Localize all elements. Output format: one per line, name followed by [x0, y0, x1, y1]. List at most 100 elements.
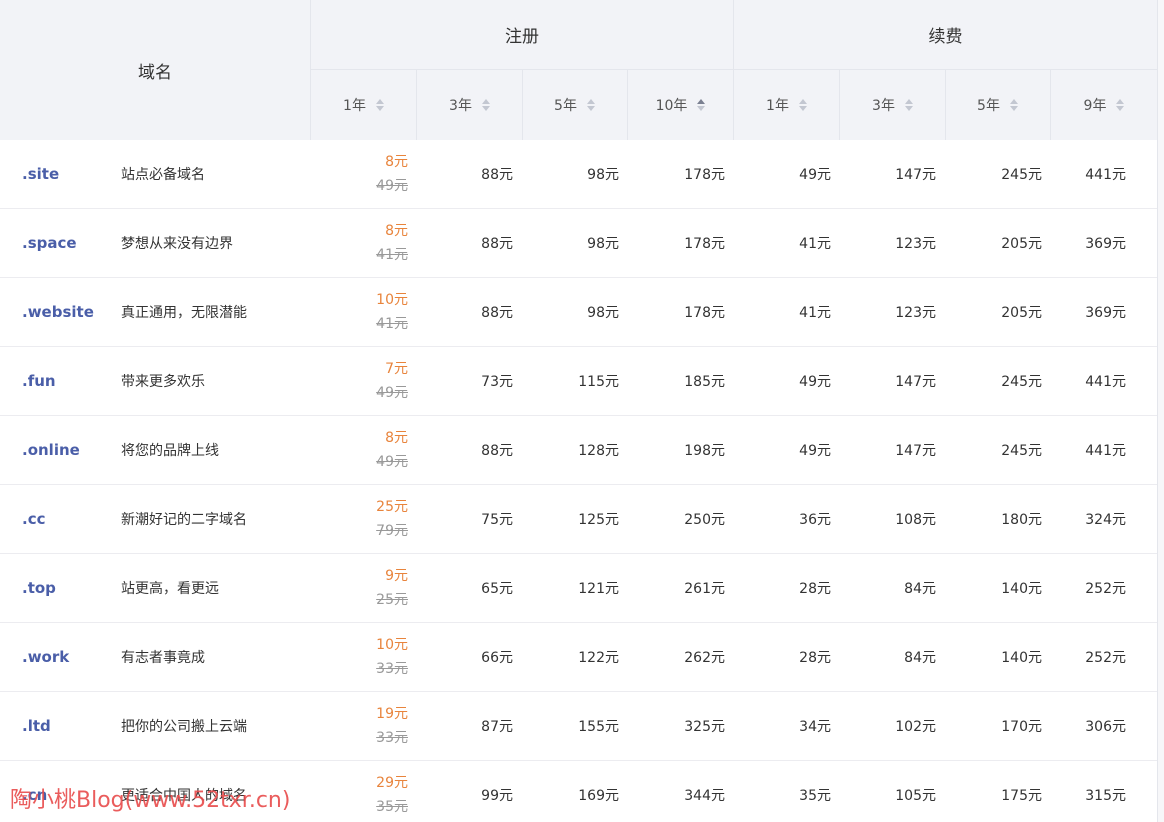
- domain-description: 梦想从来没有边界: [121, 236, 233, 252]
- sort-renew-5y[interactable]: 5年: [945, 70, 1051, 140]
- table-row: .fun 带来更多欢乐 7元 49元 73元 115元 185元 49元 147元 245元 441…: [0, 347, 1157, 416]
- price-reg10: 250元: [684, 512, 725, 528]
- sort-icon: [798, 99, 807, 111]
- price-ren3: 84元: [904, 581, 936, 597]
- price-ren3: 108元: [895, 512, 936, 528]
- sort-icon: [586, 99, 595, 111]
- price-reg3: 99元: [481, 788, 513, 804]
- first-year-price: 10元 33元: [311, 623, 408, 691]
- price-reg3: 88元: [481, 236, 513, 252]
- price-reg10: 325元: [684, 719, 725, 735]
- price-reg10: 178元: [684, 305, 725, 321]
- price-ren9: 441元: [1085, 443, 1126, 459]
- price-reg5: 169元: [578, 788, 619, 804]
- price-reg10: 185元: [684, 374, 725, 390]
- price-reg3: 88元: [481, 305, 513, 321]
- price-ren1: 41元: [799, 236, 831, 252]
- watermark: 陶小桃Blog(www.52txr.cn): [10, 788, 291, 813]
- table-row: .online 将您的品牌上线 8元 49元 88元 128元 198元 49元 147元 245…: [0, 416, 1157, 485]
- domain-suffix-link[interactable]: .fun: [22, 347, 112, 415]
- price-ren9: 369元: [1085, 236, 1126, 252]
- sort-renew-9y[interactable]: 9年: [1051, 70, 1157, 140]
- price-ren1: 36元: [799, 512, 831, 528]
- price-reg5: 121元: [578, 581, 619, 597]
- price-ren3: 147元: [895, 374, 936, 390]
- price-ren9: 252元: [1085, 581, 1126, 597]
- price-reg5: 128元: [578, 443, 619, 459]
- table-row: .ltd 把你的公司搬上云端 19元 33元 87元 155元 325元 34元 102元 170…: [0, 692, 1157, 761]
- sort-renew-1y[interactable]: 1年: [734, 70, 840, 140]
- price-ren1: 49元: [799, 443, 831, 459]
- first-year-price: 8元 41元: [311, 209, 408, 277]
- price-ren1: 28元: [799, 650, 831, 666]
- domain-description: 站更高，看更远: [121, 581, 219, 597]
- first-year-price: 8元 49元: [311, 140, 408, 208]
- price-ren9: 252元: [1085, 650, 1126, 666]
- price-ren3: 123元: [895, 305, 936, 321]
- sort-icon: [1116, 99, 1125, 111]
- domain-suffix-link[interactable]: .top: [22, 554, 112, 622]
- price-reg5: 122元: [578, 650, 619, 666]
- sort-icon: [375, 99, 384, 111]
- price-reg3: 65元: [481, 581, 513, 597]
- price-reg10: 262元: [684, 650, 725, 666]
- header-year-label: 5年: [977, 98, 1000, 114]
- header-year-label: 10年: [655, 98, 688, 114]
- price-ren9: 441元: [1085, 167, 1126, 183]
- sort-icon-active: [697, 99, 706, 111]
- domain-suffix-link[interactable]: .site: [22, 140, 112, 208]
- price-reg3: 88元: [481, 167, 513, 183]
- header-domain: 域名: [0, 0, 311, 140]
- header-year-label: 1年: [766, 98, 789, 114]
- price-ren1: 49元: [799, 167, 831, 183]
- sort-register-1y[interactable]: 1年: [311, 70, 417, 140]
- price-ren3: 147元: [895, 443, 936, 459]
- domain-suffix-link[interactable]: .online: [22, 416, 112, 484]
- domain-description: 带来更多欢乐: [121, 374, 205, 390]
- table-row: .top 站更高，看更远 9元 25元 65元 121元 261元 28元 84元 140元 252…: [0, 554, 1157, 623]
- price-ren9: 441元: [1085, 374, 1126, 390]
- sort-icon: [1009, 99, 1018, 111]
- price-reg3: 88元: [481, 443, 513, 459]
- price-reg10: 178元: [684, 167, 725, 183]
- domain-description: 有志者事竟成: [121, 650, 205, 666]
- sort-register-5y[interactable]: 5年: [522, 70, 628, 140]
- domain-suffix-link[interactable]: .ltd: [22, 692, 112, 760]
- domain-price-table: 域名 注册 续费 1年 3年 5年 10年 1年 3年 5年 9年 .site …: [0, 0, 1164, 822]
- domain-description: 把你的公司搬上云端: [121, 719, 247, 735]
- table-row: .cc 新潮好记的二字域名 25元 79元 75元 125元 250元 36元 108元 180元…: [0, 485, 1157, 554]
- sort-renew-3y[interactable]: 3年: [840, 70, 946, 140]
- sort-register-10y[interactable]: 10年: [628, 70, 734, 140]
- first-year-price: 10元 41元: [311, 278, 408, 346]
- price-reg5: 98元: [587, 236, 619, 252]
- price-reg10: 261元: [684, 581, 725, 597]
- price-ren1: 35元: [799, 788, 831, 804]
- domain-suffix-link[interactable]: .cc: [22, 485, 112, 553]
- first-year-price: 29元 35元: [311, 761, 408, 822]
- header-year-label: 5年: [554, 98, 577, 114]
- price-ren3: 102元: [895, 719, 936, 735]
- domain-suffix-link[interactable]: .work: [22, 623, 112, 691]
- domain-description: 将您的品牌上线: [121, 443, 219, 459]
- header-renew: 续费: [734, 0, 1157, 70]
- first-year-price: 7元 49元: [311, 347, 408, 415]
- price-reg5: 155元: [578, 719, 619, 735]
- price-reg10: 344元: [684, 788, 725, 804]
- table-row: .space 梦想从来没有边界 8元 41元 88元 98元 178元 41元 123元 205元…: [0, 209, 1157, 278]
- domain-suffix-link[interactable]: .space: [22, 209, 112, 277]
- price-ren9: 315元: [1085, 788, 1126, 804]
- scrollbar-track[interactable]: [1157, 0, 1164, 822]
- sort-icon: [904, 99, 913, 111]
- domain-suffix-link[interactable]: .website: [22, 278, 112, 346]
- sort-register-3y[interactable]: 3年: [417, 70, 523, 140]
- first-year-price: 19元 33元: [311, 692, 408, 760]
- price-reg5: 98元: [587, 167, 619, 183]
- domain-description: 真正通用，无限潜能: [121, 305, 247, 321]
- header-year-label: 1年: [343, 98, 366, 114]
- first-year-price: 8元 49元: [311, 416, 408, 484]
- price-reg3: 87元: [481, 719, 513, 735]
- price-reg10: 198元: [684, 443, 725, 459]
- header-year-label: 3年: [872, 98, 895, 114]
- header-year-label: 9年: [1083, 98, 1107, 114]
- price-ren3: 123元: [895, 236, 936, 252]
